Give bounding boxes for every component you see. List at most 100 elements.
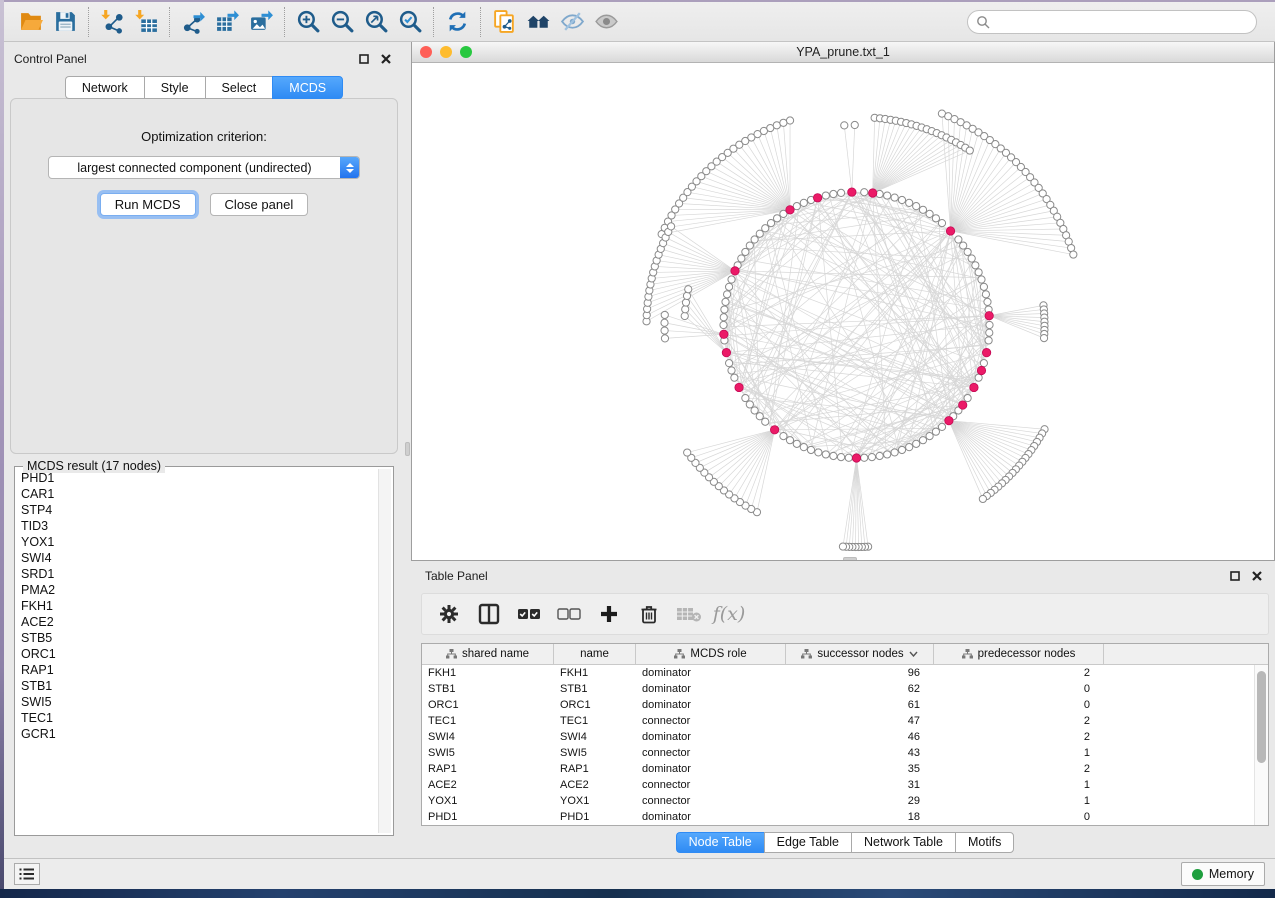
table-row[interactable]: ORC1ORC1dominator610 <box>422 697 1254 713</box>
graph-node[interactable] <box>1040 335 1047 342</box>
graph-node[interactable] <box>975 269 982 276</box>
open-file-button[interactable] <box>14 6 48 38</box>
graph-node[interactable] <box>681 312 688 319</box>
graph-node[interactable] <box>906 199 913 206</box>
table-row[interactable]: SWI4SWI4dominator462 <box>422 729 1254 745</box>
column-header-successor-nodes[interactable]: successor nodes <box>786 644 934 664</box>
graph-node[interactable] <box>984 298 991 305</box>
graph-node[interactable] <box>919 437 926 444</box>
mcds-result-item[interactable]: SRD1 <box>17 566 377 582</box>
graph-node[interactable] <box>980 283 987 290</box>
graph-node[interactable] <box>841 122 848 129</box>
search-input[interactable] <box>967 10 1257 34</box>
graph-node[interactable] <box>979 495 986 502</box>
mcds-result-item[interactable]: ORC1 <box>17 646 377 662</box>
graph-node[interactable] <box>793 440 800 447</box>
copy-network-button[interactable] <box>487 6 521 38</box>
graph-node[interactable] <box>898 446 905 453</box>
tab-mcds[interactable]: MCDS <box>272 76 343 99</box>
graph-node[interactable] <box>919 206 926 213</box>
graph-node[interactable] <box>884 451 891 458</box>
splitter-grip[interactable] <box>405 442 410 456</box>
column-header-name[interactable]: name <box>554 644 636 664</box>
import-table-button[interactable] <box>129 6 163 38</box>
graph-node[interactable] <box>721 306 728 313</box>
graph-node[interactable] <box>966 147 973 154</box>
graph-node[interactable] <box>682 299 689 306</box>
graph-node[interactable] <box>685 286 692 293</box>
network-window-titlebar[interactable]: YPA_prune.txt_1 <box>412 42 1274 63</box>
graph-node[interactable] <box>742 394 749 401</box>
graph-node[interactable] <box>751 407 758 414</box>
graph-hub-node[interactable] <box>770 426 778 434</box>
vertical-splitter[interactable] <box>404 42 411 858</box>
deselect-all-rows-button[interactable] <box>554 599 584 629</box>
close-panel-action-button[interactable]: Close panel <box>210 193 309 216</box>
graph-node[interactable] <box>822 451 829 458</box>
table-settings-button[interactable] <box>434 599 464 629</box>
zoom-out-button[interactable] <box>325 6 359 38</box>
table-row[interactable]: STB1STB1dominator620 <box>422 681 1254 697</box>
graph-node[interactable] <box>780 119 787 126</box>
float-table-panel-button[interactable] <box>1227 568 1243 584</box>
graph-node[interactable] <box>837 189 844 196</box>
graph-node[interactable] <box>964 394 971 401</box>
graph-hub-node[interactable] <box>945 416 953 424</box>
tab-network-table[interactable]: Network Table <box>851 832 955 853</box>
table-row[interactable]: YOX1YOX1connector291 <box>422 793 1254 809</box>
graph-hub-node[interactable] <box>985 312 993 320</box>
table-row[interactable]: RAP1RAP1dominator352 <box>422 761 1254 777</box>
tab-node-table[interactable]: Node Table <box>676 832 764 853</box>
mcds-result-item[interactable]: TEC1 <box>17 710 377 726</box>
graph-node[interactable] <box>938 220 945 227</box>
table-row[interactable]: SWI5SWI5connector431 <box>422 745 1254 761</box>
graph-node[interactable] <box>661 311 668 318</box>
run-mcds-button[interactable]: Run MCDS <box>100 193 196 216</box>
graph-hub-node[interactable] <box>731 267 739 275</box>
graph-node[interactable] <box>728 276 735 283</box>
graph-hub-node[interactable] <box>735 383 743 391</box>
graph-hub-node[interactable] <box>852 454 860 462</box>
zoom-selected-button[interactable] <box>393 6 427 38</box>
graph-node[interactable] <box>898 196 905 203</box>
graph-node[interactable] <box>986 321 993 328</box>
graph-node[interactable] <box>851 121 858 128</box>
column-header-predecessor-nodes[interactable]: predecessor nodes <box>934 644 1104 664</box>
graph-node[interactable] <box>861 189 868 196</box>
table-row[interactable]: ACE2ACE2connector311 <box>422 777 1254 793</box>
graph-node[interactable] <box>725 360 732 367</box>
graph-hub-node[interactable] <box>848 188 856 196</box>
tab-motifs[interactable]: Motifs <box>955 832 1014 853</box>
mcds-result-item[interactable]: CAR1 <box>17 486 377 502</box>
network-graph[interactable] <box>412 63 1274 560</box>
delete-column-button[interactable] <box>634 599 664 629</box>
mcds-result-item[interactable]: GCR1 <box>17 726 377 742</box>
mcds-result-item[interactable]: STB5 <box>17 630 377 646</box>
graph-node[interactable] <box>861 454 868 461</box>
graph-hub-node[interactable] <box>982 348 990 356</box>
mcds-result-item[interactable]: SWI4 <box>17 550 377 566</box>
mcds-result-item[interactable]: FKH1 <box>17 598 377 614</box>
mcds-result-item[interactable]: PHD1 <box>17 470 377 486</box>
graph-node[interactable] <box>876 452 883 459</box>
add-column-button[interactable] <box>594 599 624 629</box>
memory-button[interactable]: Memory <box>1181 862 1265 886</box>
graph-node[interactable] <box>986 329 993 336</box>
graph-node[interactable] <box>767 220 774 227</box>
graph-node[interactable] <box>891 449 898 456</box>
graph-node[interactable] <box>978 276 985 283</box>
graph-node[interactable] <box>683 292 690 299</box>
graph-node[interactable] <box>762 418 769 425</box>
mcds-result-item[interactable]: STP4 <box>17 502 377 518</box>
graph-node[interactable] <box>682 306 689 313</box>
graph-node[interactable] <box>830 452 837 459</box>
graph-node[interactable] <box>845 454 852 461</box>
graph-node[interactable] <box>762 225 769 232</box>
graph-node[interactable] <box>913 440 920 447</box>
close-panel-button[interactable] <box>378 51 394 67</box>
graph-hub-node[interactable] <box>786 206 794 214</box>
graph-node[interactable] <box>786 117 793 124</box>
table-row[interactable]: FKH1FKH1dominator962 <box>422 665 1254 681</box>
graph-hub-node[interactable] <box>813 194 821 202</box>
graph-node[interactable] <box>1070 251 1077 258</box>
